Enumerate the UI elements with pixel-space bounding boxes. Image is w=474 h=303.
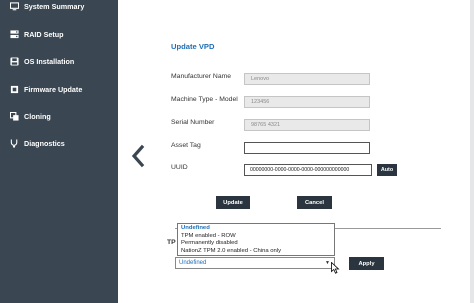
sidebar-item-cloning[interactable]: Cloning	[0, 108, 118, 124]
serial-number-label: Serial Number	[171, 119, 215, 126]
sidebar-item-label: Cloning	[24, 111, 51, 121]
machine-type-model-field: 123456	[244, 96, 370, 108]
raid-icon	[9, 29, 19, 39]
chip-icon	[9, 85, 19, 94]
machine-type-model-label: Machine Type - Model	[171, 96, 238, 103]
dropdown-option-nationz-tpm[interactable]: NationZ TPM 2.0 enabled - China only	[181, 248, 331, 256]
sidebar-item-os-installation[interactable]: OS Installation	[0, 53, 118, 69]
stethoscope-icon	[9, 138, 19, 148]
tpm-dropdown-list: Undefined TPM enabled - ROW Permanently …	[177, 223, 335, 256]
manufacturer-name-label: Manufacturer Name	[171, 73, 232, 80]
dropdown-option-permanently-disabled[interactable]: Permanently disabled	[181, 240, 331, 248]
uuid-input[interactable]: 00000000-0000-0000-0000-000000000000	[244, 164, 372, 176]
mouse-pointer-icon	[331, 261, 340, 274]
asset-tag-input[interactable]	[244, 142, 370, 154]
clone-icon	[9, 111, 19, 121]
cancel-button[interactable]: Cancel	[297, 196, 332, 209]
asset-tag-label: Asset Tag	[171, 142, 201, 149]
serial-number-field: 98765 4321	[244, 119, 370, 131]
manufacturer-name-field: Lenovo	[244, 73, 370, 85]
monitor-icon	[9, 1, 19, 11]
uuid-label: UUID	[171, 164, 188, 171]
disk-icon	[9, 56, 19, 66]
apply-button[interactable]: Apply	[349, 257, 384, 270]
scrollbar-track[interactable]	[470, 0, 474, 303]
sidebar-item-label: Firmware Update	[24, 84, 83, 94]
back-arrow-icon[interactable]	[128, 142, 148, 170]
auto-button[interactable]: Auto	[377, 164, 397, 176]
sidebar-item-label: RAID Setup	[24, 29, 64, 39]
tpm-label: TP	[167, 239, 176, 246]
sidebar-item-label: Diagnostics	[24, 138, 65, 148]
sidebar-item-raid-setup[interactable]: RAID Setup	[0, 26, 118, 42]
tpm-select-value: Undefined	[179, 260, 207, 266]
tpm-select[interactable]: Undefined ▼	[175, 257, 335, 269]
page-title: Update VPD	[171, 42, 215, 51]
chevron-down-icon: ▼	[325, 260, 330, 266]
dropdown-option-tpm-enabled-row[interactable]: TPM enabled - ROW	[181, 233, 331, 241]
sidebar: System Summary RAID Setup OS Installatio…	[0, 0, 118, 303]
dropdown-option-undefined[interactable]: Undefined	[181, 225, 331, 233]
sidebar-item-diagnostics[interactable]: Diagnostics	[0, 135, 118, 151]
sidebar-item-label: System Summary	[24, 1, 85, 11]
sidebar-item-label: OS Installation	[24, 56, 75, 66]
update-button[interactable]: Update	[216, 196, 250, 209]
sidebar-item-firmware-update[interactable]: Firmware Update	[0, 81, 118, 97]
sidebar-item-system-summary[interactable]: System Summary	[0, 0, 118, 14]
